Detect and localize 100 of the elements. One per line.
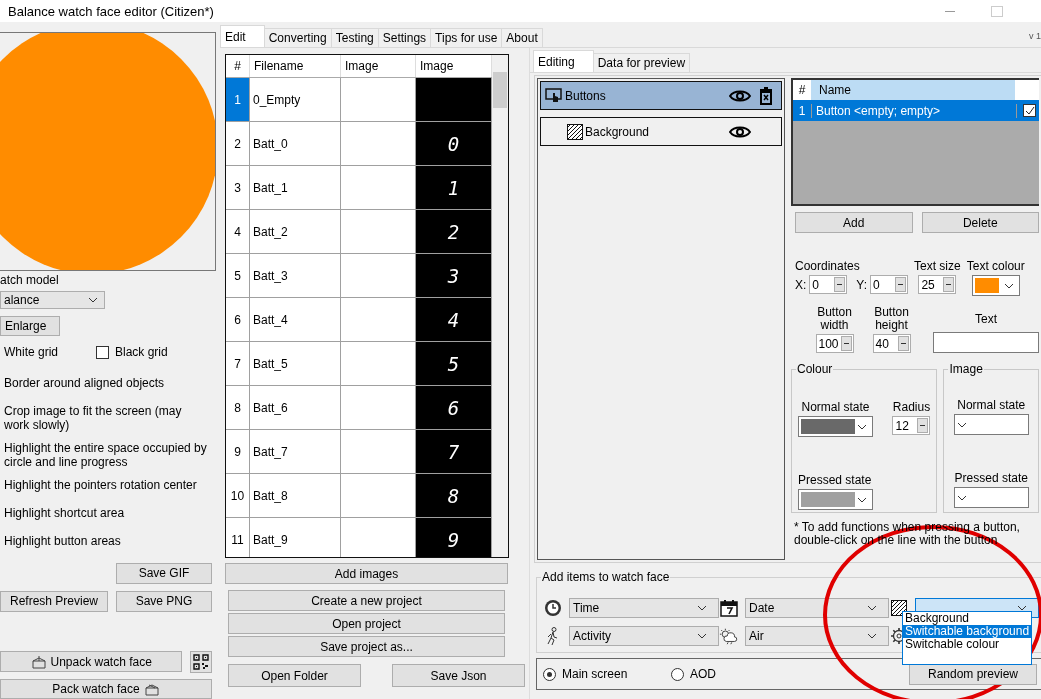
option-label: Border around aligned objects xyxy=(4,375,166,392)
column-header: Filename xyxy=(250,55,341,77)
digit-image: 4 xyxy=(416,298,492,341)
digit-image: 3 xyxy=(416,254,492,297)
row-number[interactable]: 11 xyxy=(226,518,250,557)
tab[interactable]: Settings xyxy=(377,28,432,47)
enlarge-button[interactable]: Enlarge xyxy=(0,316,60,337)
layer-item[interactable]: Background xyxy=(540,117,782,146)
weather-icon xyxy=(719,627,739,645)
digit-image: 0 xyxy=(416,122,492,165)
row-number[interactable]: 7 xyxy=(226,342,250,385)
eye-icon[interactable] xyxy=(729,124,751,139)
text-size-label: Text size xyxy=(914,259,961,273)
option-label: White grid xyxy=(3,345,60,359)
checkbox-label: Black grid xyxy=(115,345,168,359)
spinner-arrows-icon[interactable] xyxy=(840,336,852,351)
image-dropdown[interactable] xyxy=(953,414,1029,435)
random-preview-button[interactable]: Random preview xyxy=(909,663,1037,685)
checkbox[interactable] xyxy=(96,345,109,359)
tab[interactable]: Converting xyxy=(263,28,332,47)
colour-dropdown[interactable] xyxy=(971,275,1020,296)
minimize-icon[interactable] xyxy=(945,10,955,12)
colour-dropdown[interactable] xyxy=(798,489,873,510)
caret-icon xyxy=(857,496,867,503)
button-width-label: Button width xyxy=(816,306,853,332)
table-cell: Batt_3 xyxy=(250,254,341,297)
save-png-button[interactable]: Save PNG xyxy=(116,590,212,612)
add-button[interactable]: Add xyxy=(795,212,913,233)
spinner-arrows-icon[interactable] xyxy=(917,418,929,433)
item-dropdown[interactable]: Time xyxy=(569,598,719,618)
pack-button[interactable]: Pack watch face xyxy=(0,678,212,699)
digit-image: 5 xyxy=(416,342,492,385)
image-dropdown[interactable] xyxy=(953,487,1029,508)
caret-icon xyxy=(88,296,98,303)
window-title: Balance watch face editor (Citizen*) xyxy=(8,3,215,19)
digit-image: 1 xyxy=(416,166,492,209)
refresh-preview-button[interactable]: Refresh Preview xyxy=(0,590,108,612)
watch-model-dropdown[interactable]: alance xyxy=(0,290,105,310)
row-number[interactable]: 10 xyxy=(226,474,250,517)
row-number[interactable]: 2 xyxy=(226,122,250,165)
clock-icon xyxy=(543,599,563,617)
add-images-button[interactable]: Add images xyxy=(225,563,508,584)
spinner-arrows-icon[interactable] xyxy=(897,336,909,351)
create-project-button[interactable]: Create a new project xyxy=(228,590,505,611)
text-field[interactable] xyxy=(933,332,1039,353)
layer-item[interactable]: Buttons xyxy=(540,81,782,110)
radio-button[interactable] xyxy=(543,667,556,681)
tab[interactable]: Edit xyxy=(220,25,265,47)
open-folder-button[interactable]: Open Folder xyxy=(228,664,361,687)
save-gif-button[interactable]: Save GIF xyxy=(116,562,212,584)
trash-icon[interactable] xyxy=(759,86,773,105)
eye-icon[interactable] xyxy=(729,88,751,103)
row-number[interactable]: 1 xyxy=(226,78,250,121)
hatch-icon xyxy=(567,123,583,140)
qr-code-icon[interactable] xyxy=(190,650,212,673)
y-spinner[interactable]: 0 xyxy=(870,275,909,294)
row-number[interactable]: 9 xyxy=(226,430,250,473)
tab[interactable]: About xyxy=(501,28,543,47)
delete-button[interactable]: Delete xyxy=(921,212,1039,233)
dropdown-option[interactable]: Background xyxy=(903,612,1031,625)
save-json-button[interactable]: Save Json xyxy=(392,664,525,687)
column-header: # xyxy=(226,55,250,77)
caret-icon xyxy=(1003,282,1014,289)
button-height-spinner[interactable]: 40 xyxy=(872,334,911,353)
option-label: Highlight shortcut area xyxy=(4,505,126,522)
dropdown-option[interactable]: Switchable background xyxy=(903,625,1031,638)
row-number[interactable]: 5 xyxy=(226,254,250,297)
checkbox[interactable] xyxy=(1023,104,1036,117)
column-header: # xyxy=(797,83,807,97)
spinner-arrows-icon[interactable] xyxy=(895,277,907,292)
row-number[interactable]: 8 xyxy=(226,386,250,429)
x-spinner[interactable]: 0 xyxy=(809,275,848,294)
tab[interactable]: Editing xyxy=(533,50,594,72)
button-width-spinner[interactable]: 100 xyxy=(815,334,854,353)
tab[interactable]: Tips for use xyxy=(430,28,503,47)
radius-spinner[interactable]: 12 xyxy=(892,416,931,435)
item-dropdown[interactable]: Activity xyxy=(569,626,719,646)
scrollbar[interactable] xyxy=(492,55,508,557)
spinner-arrows-icon[interactable] xyxy=(943,277,955,292)
save-project-button[interactable]: Save project as... xyxy=(228,636,505,657)
row-number[interactable]: 4 xyxy=(226,210,250,253)
unpack-button[interactable]: Unpack watch face xyxy=(0,651,183,673)
row-number[interactable]: 3 xyxy=(226,166,250,209)
spinner-arrows-icon[interactable] xyxy=(834,277,846,292)
tab[interactable]: Data for preview xyxy=(592,53,691,72)
option-label: Highlight the entire space occupied by circle and line progress xyxy=(4,440,208,469)
grid-row[interactable]: 1 Button <empty; empty> xyxy=(793,100,1039,121)
row-number[interactable]: 6 xyxy=(226,298,250,341)
open-project-button[interactable]: Open project xyxy=(228,613,505,634)
pressed-state-label: Pressed state xyxy=(954,471,1028,485)
item-dropdown[interactable]: Date xyxy=(745,598,889,618)
item-dropdown[interactable]: Air xyxy=(745,626,889,646)
colour-dropdown[interactable] xyxy=(798,416,873,437)
button-height-label: Button height xyxy=(873,306,910,332)
radio-button[interactable] xyxy=(671,667,684,681)
tab[interactable]: Testing xyxy=(330,28,379,47)
dropdown-option[interactable]: Switchable colour xyxy=(903,638,1031,651)
text-size-spinner[interactable]: 25 xyxy=(918,275,957,294)
radio-label: AOD xyxy=(690,667,716,681)
table-cell: Batt_9 xyxy=(250,518,341,557)
